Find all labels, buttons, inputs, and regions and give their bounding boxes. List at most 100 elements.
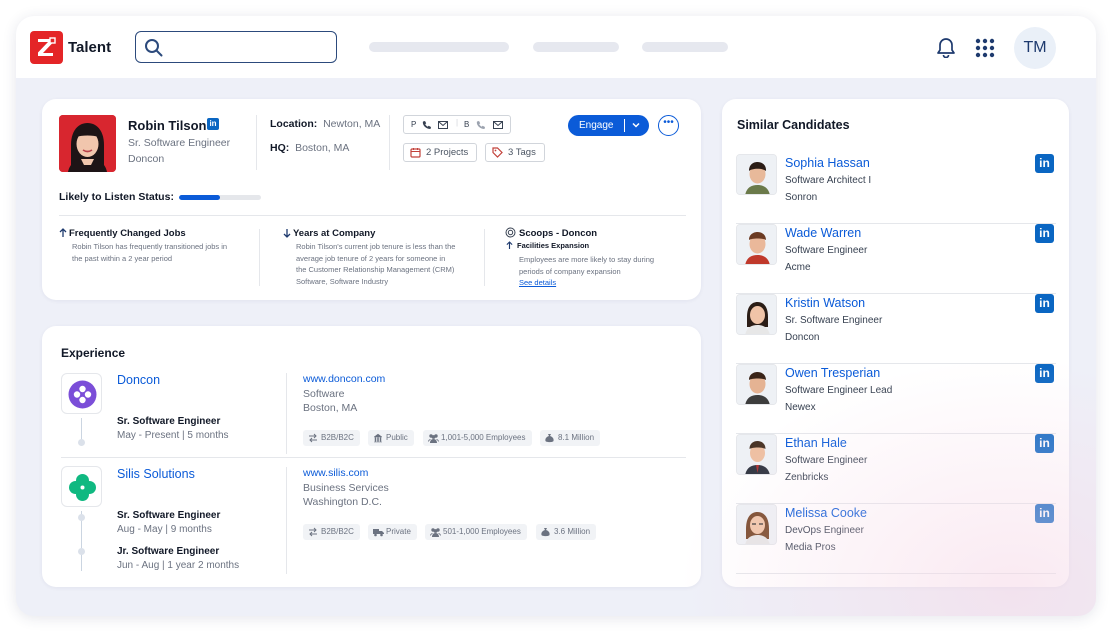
role-period: Jun - Aug | 1 year 2 months: [117, 560, 240, 571]
candidate-item[interactable]: Wade Warren Software Engineer Acme in: [736, 224, 1056, 294]
role-title: Jr. Software Engineer: [117, 546, 220, 557]
company-name[interactable]: Silis Solutions: [117, 467, 195, 481]
tags-chip[interactable]: 3 Tags: [485, 143, 545, 162]
search-icon: [145, 39, 163, 57]
candidate-name[interactable]: Robin Tilson: [128, 118, 206, 133]
brand-name: Talent: [68, 39, 112, 56]
tag-revenue: 3.6 Million: [536, 524, 597, 540]
user-avatar[interactable]: TM: [1014, 27, 1056, 69]
tag-revenue: 8.1 Million: [540, 430, 601, 446]
location-value: Newton, MA: [323, 118, 381, 130]
linkedin-icon[interactable]: in: [1035, 294, 1054, 313]
linkedin-icon[interactable]: in: [1035, 434, 1054, 453]
nav-placeholder-1: [369, 42, 509, 52]
company-website[interactable]: www.doncon.com: [303, 373, 385, 385]
candidate-role: Software Engineer: [785, 455, 868, 466]
role-period: May - Present | 5 months: [117, 430, 229, 441]
candidate-name[interactable]: Sophia Hassan: [785, 156, 870, 170]
phone-icon: [422, 121, 431, 129]
contact-info-box[interactable]: P | B: [403, 115, 511, 134]
insight-title: Frequently Changed Jobs: [69, 228, 186, 239]
listen-status-bar: [179, 195, 261, 200]
hq-value: Boston, MA: [295, 142, 350, 154]
company-website[interactable]: www.silis.com: [303, 467, 368, 479]
see-details-link[interactable]: See details: [519, 277, 654, 289]
candidate-company: Doncon: [785, 332, 820, 343]
listen-status-label: Likely to Listen Status:: [59, 191, 174, 203]
tag-ownership: Public: [368, 430, 414, 446]
arrow-up-icon: [506, 241, 513, 249]
candidate-company: Sonron: [785, 192, 818, 203]
linkedin-icon[interactable]: in: [1035, 364, 1054, 383]
apps-grid-icon[interactable]: [975, 38, 995, 58]
timeline-line: [81, 418, 82, 440]
more-options-button[interactable]: •••: [658, 115, 679, 136]
linkedin-icon[interactable]: in: [1035, 224, 1054, 243]
candidate-name[interactable]: Wade Warren: [785, 226, 861, 240]
divider: [286, 373, 287, 454]
role-period: Aug - May | 9 months: [117, 524, 212, 535]
search-box[interactable]: [135, 31, 337, 63]
engage-button[interactable]: Engage: [568, 115, 649, 136]
insight-subtitle: Facilities Expansion: [517, 241, 590, 250]
candidate-avatar: [736, 434, 777, 475]
bell-icon[interactable]: [936, 37, 956, 58]
candidate-company: Newex: [785, 402, 816, 413]
chevron-down-icon: [632, 122, 640, 128]
mail-icon: [438, 121, 448, 129]
candidate-item[interactable]: Melissa Cooke DevOps Engineer Media Pros…: [736, 504, 1056, 574]
candidate-role: Sr. Software Engineer: [785, 315, 883, 326]
calendar-icon: [410, 148, 421, 158]
candidate-item[interactable]: Sophia Hassan Software Architect I Sonro…: [736, 154, 1056, 224]
candidate-avatar: [736, 154, 777, 195]
insight-text: Robin Tilson has frequently transitioned…: [72, 242, 228, 263]
candidate-item[interactable]: Ethan Hale Software Engineer Zenbricks i…: [736, 434, 1056, 504]
role-title: Sr. Software Engineer: [117, 416, 221, 427]
linkedin-icon[interactable]: in: [1035, 154, 1054, 173]
divider: [59, 215, 686, 216]
candidate-avatar: [736, 294, 777, 335]
experience-title: Experience: [61, 346, 126, 360]
mail-icon: [493, 121, 503, 129]
nav-placeholder-2: [533, 42, 619, 52]
timeline-dot: [78, 439, 85, 446]
candidate-company: Zenbricks: [785, 472, 829, 483]
linkedin-icon[interactable]: in: [1035, 504, 1054, 523]
candidate-name[interactable]: Melissa Cooke: [785, 506, 867, 520]
divider: [61, 457, 686, 458]
candidate-item[interactable]: Kristin Watson Sr. Software Engineer Don…: [736, 294, 1056, 364]
tag-icon: [492, 147, 503, 158]
candidate-item[interactable]: Owen Tresperian Software Engineer Lead N…: [736, 364, 1056, 434]
candidate-role: Software Architect I: [785, 175, 872, 186]
candidate-name[interactable]: Kristin Watson: [785, 296, 865, 310]
candidate-name[interactable]: Ethan Hale: [785, 436, 847, 450]
candidate-company: Media Pros: [785, 542, 836, 553]
building-icon: [373, 433, 383, 443]
candidate-avatar: [736, 364, 777, 405]
linkedin-icon[interactable]: in: [207, 118, 219, 130]
zoominfo-logo[interactable]: [30, 31, 63, 64]
doncon-logo[interactable]: [61, 373, 102, 414]
phone-icon: [476, 121, 485, 129]
tag-ownership: Private: [368, 524, 417, 540]
search-input[interactable]: [168, 36, 328, 58]
truck-icon: [373, 529, 384, 537]
tag-employees: 1,001-5,000 Employees: [423, 430, 532, 446]
tag-b2b: B2B/B2C: [303, 524, 360, 540]
company-industry: Software: [303, 388, 345, 400]
divider: [259, 229, 260, 286]
hq-row: HQ: Boston, MA: [270, 142, 350, 154]
money-bag-icon: [545, 434, 554, 443]
company-name[interactable]: Doncon: [117, 373, 160, 387]
candidate-name[interactable]: Owen Tresperian: [785, 366, 880, 380]
candidate-company: Doncon: [128, 153, 165, 165]
arrow-down-icon: [283, 229, 291, 238]
divider: [389, 115, 390, 170]
swap-icon: [309, 527, 317, 537]
swap-icon: [309, 433, 317, 443]
silis-logo[interactable]: [61, 466, 102, 507]
projects-chip[interactable]: 2 Projects: [403, 143, 477, 162]
people-icon: [430, 528, 441, 537]
scoops-icon: [505, 227, 516, 238]
role-title: Sr. Software Engineer: [117, 510, 221, 521]
